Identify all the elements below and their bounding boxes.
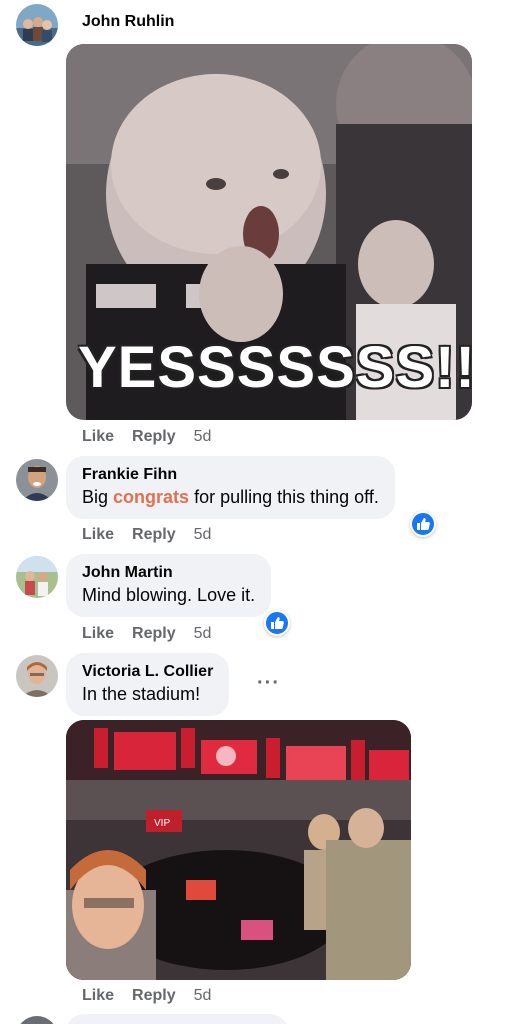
comment-bubble: Frankie Fihn Big congrats for pulling th…: [66, 456, 395, 519]
photo-media[interactable]: VIP: [66, 720, 411, 980]
comment-author-name[interactable]: Frankie Fihn: [82, 465, 379, 485]
avatar-next-comment[interactable]: [16, 1016, 58, 1024]
like-link[interactable]: Like: [82, 625, 114, 642]
like-link[interactable]: Like: [82, 526, 114, 543]
comment-bubble: Victoria L. Collier In the stadium!: [66, 653, 230, 716]
comment-actions: Like Reply 5d: [82, 987, 229, 1005]
like-link[interactable]: Like: [82, 428, 114, 445]
avatar-john-ruhlin[interactable]: [16, 4, 58, 46]
reply-link[interactable]: Reply: [132, 625, 176, 642]
like-link[interactable]: Like: [82, 987, 114, 1004]
svg-text:VIP: VIP: [154, 818, 170, 829]
avatar-john-martin[interactable]: [16, 556, 58, 598]
comment-text: Mind blowing. Love it.: [82, 585, 256, 605]
comment-bubble-next: [66, 1014, 288, 1024]
highlighted-word: congrats: [113, 487, 190, 507]
timestamp[interactable]: 5d: [194, 625, 212, 642]
comment-text-end: for pulling this thing off.: [189, 487, 379, 507]
gif-caption: YESSSSSSS!!: [78, 335, 472, 400]
comment-text: Big congrats for pulling this thing off.: [82, 485, 379, 509]
comment-actions: Like Reply 5d: [82, 428, 229, 446]
comment-author-name[interactable]: John Ruhlin: [82, 13, 174, 31]
like-reaction-icon[interactable]: [264, 610, 290, 636]
comment-actions: Like Reply 5d: [82, 526, 229, 544]
comment-author-name[interactable]: John Martin: [82, 563, 255, 583]
like-reaction-icon[interactable]: [410, 511, 436, 537]
more-options-icon[interactable]: ···: [257, 672, 280, 695]
timestamp[interactable]: 5d: [194, 987, 212, 1004]
timestamp[interactable]: 5d: [194, 428, 212, 445]
reply-link[interactable]: Reply: [132, 987, 176, 1004]
comment-actions: Like Reply 5d: [82, 625, 229, 643]
timestamp[interactable]: 5d: [194, 526, 212, 543]
comment-text-start: Big: [82, 487, 114, 507]
comment-bubble: John Martin Mind blowing. Love it.: [66, 554, 272, 617]
gif-media[interactable]: YESSSSSSS!!: [66, 44, 472, 420]
reply-link[interactable]: Reply: [132, 428, 176, 445]
avatar-victoria-collier[interactable]: [16, 655, 58, 697]
comment-author-name[interactable]: Victoria L. Collier: [82, 662, 213, 682]
reply-link[interactable]: Reply: [132, 526, 176, 543]
comment-text: In the stadium!: [82, 684, 201, 704]
avatar-frankie-fihn[interactable]: [16, 459, 58, 501]
